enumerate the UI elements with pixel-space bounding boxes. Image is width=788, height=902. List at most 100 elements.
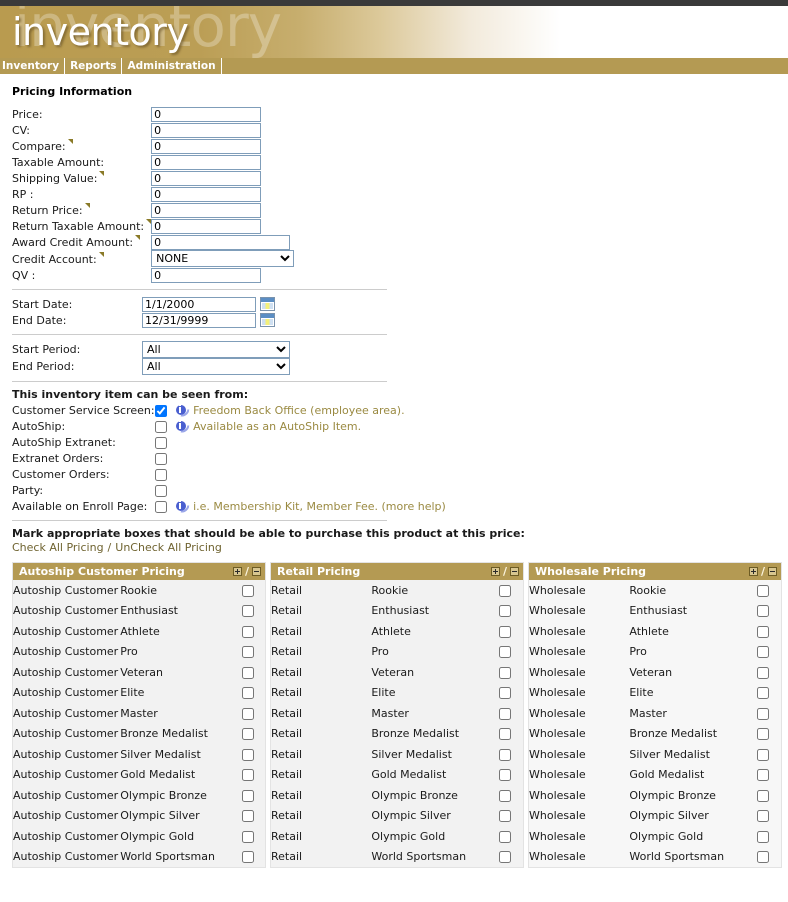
plus-square-icon[interactable] xyxy=(491,567,500,576)
calendar-icon[interactable] xyxy=(260,297,275,311)
taxable-amount-input[interactable] xyxy=(151,155,261,170)
divider xyxy=(12,381,387,382)
row-checkbox[interactable] xyxy=(757,585,769,597)
extranet-orders-checkbox[interactable] xyxy=(155,453,167,465)
shipping-value-input[interactable] xyxy=(151,171,261,186)
row-checkbox[interactable] xyxy=(499,831,511,843)
party-checkbox[interactable] xyxy=(155,485,167,497)
row-checkbox[interactable] xyxy=(757,790,769,802)
nav-item-administration[interactable]: Administration xyxy=(122,58,221,74)
row-checkbox[interactable] xyxy=(499,585,511,597)
minus-square-icon[interactable] xyxy=(252,567,261,576)
compare-input[interactable] xyxy=(151,139,261,154)
row-rank: Gold Medalist xyxy=(629,765,744,786)
row-checkbox[interactable] xyxy=(242,626,254,638)
row-group: Retail xyxy=(271,847,371,868)
award-credit-amount-input[interactable] xyxy=(151,235,290,250)
nav-item-inventory[interactable]: Inventory xyxy=(0,58,65,74)
row-checkbox[interactable] xyxy=(499,851,511,863)
check-all-pricing-link[interactable]: Check All Pricing xyxy=(12,541,104,554)
customer-orders-checkbox[interactable] xyxy=(155,469,167,481)
qv-input[interactable] xyxy=(151,268,261,283)
row-checkbox[interactable] xyxy=(499,708,511,720)
row-checkbox[interactable] xyxy=(757,831,769,843)
row-checkbox[interactable] xyxy=(499,667,511,679)
uncheck-all-pricing-link[interactable]: UnCheck All Pricing xyxy=(115,541,222,554)
row-rank: Olympic Gold xyxy=(371,826,486,847)
row-checkbox[interactable] xyxy=(242,646,254,658)
row-checkbox[interactable] xyxy=(757,851,769,863)
more-help-link[interactable]: (more help) xyxy=(381,500,445,513)
info-icon[interactable] xyxy=(175,420,187,432)
row-checkbox[interactable] xyxy=(757,810,769,822)
cv-input[interactable] xyxy=(151,123,261,138)
available-on-enroll-page-checkbox[interactable] xyxy=(155,501,167,513)
price-input[interactable] xyxy=(151,107,261,122)
visibility-label-autoship: AutoShip: xyxy=(12,418,155,434)
tooltip-marker-icon[interactable] xyxy=(99,252,104,257)
return-price-input[interactable] xyxy=(151,203,261,218)
start-date-input[interactable] xyxy=(142,297,256,312)
row-checkbox[interactable] xyxy=(242,790,254,802)
row-checkbox[interactable] xyxy=(242,667,254,679)
page-content: Pricing Information Price: CV: Compare: … xyxy=(0,75,788,868)
row-checkbox[interactable] xyxy=(499,790,511,802)
row-group: Wholesale xyxy=(529,744,629,765)
nav-item-reports[interactable]: Reports xyxy=(65,58,122,74)
row-checkbox[interactable] xyxy=(499,626,511,638)
row-checkbox[interactable] xyxy=(242,851,254,863)
row-checkbox[interactable] xyxy=(242,585,254,597)
row-checkbox[interactable] xyxy=(757,605,769,617)
minus-square-icon[interactable] xyxy=(768,567,777,576)
row-checkbox[interactable] xyxy=(499,769,511,781)
row-rank: Gold Medalist xyxy=(120,765,230,786)
row-rank: Master xyxy=(120,703,230,724)
row-checkbox[interactable] xyxy=(757,769,769,781)
plus-square-icon[interactable] xyxy=(233,567,242,576)
row-checkbox[interactable] xyxy=(242,749,254,761)
row-checkbox[interactable] xyxy=(757,687,769,699)
autoship-checkbox[interactable] xyxy=(155,421,167,433)
row-checkbox[interactable] xyxy=(757,708,769,720)
row-checkbox[interactable] xyxy=(242,687,254,699)
row-rank: Bronze Medalist xyxy=(371,724,486,745)
field-row-taxable-amount: Taxable Amount: xyxy=(12,154,294,170)
credit-account-select[interactable]: NONE xyxy=(151,250,294,267)
minus-square-icon[interactable] xyxy=(510,567,519,576)
rp-input[interactable] xyxy=(151,187,261,202)
end-date-input[interactable] xyxy=(142,313,256,328)
row-checkbox[interactable] xyxy=(499,728,511,740)
tooltip-marker-icon[interactable] xyxy=(85,203,90,208)
row-checkbox[interactable] xyxy=(499,749,511,761)
tooltip-marker-icon[interactable] xyxy=(99,171,104,176)
row-group: Wholesale xyxy=(529,662,629,683)
row-checkbox[interactable] xyxy=(757,646,769,658)
tooltip-marker-icon[interactable] xyxy=(135,235,140,240)
row-checkbox[interactable] xyxy=(757,728,769,740)
row-checkbox[interactable] xyxy=(499,810,511,822)
row-checkbox[interactable] xyxy=(499,646,511,658)
info-icon[interactable] xyxy=(175,500,187,512)
tooltip-marker-icon[interactable] xyxy=(68,139,73,144)
autoship-extranet-checkbox[interactable] xyxy=(155,437,167,449)
plus-square-icon[interactable] xyxy=(749,567,758,576)
mark-boxes-heading: Mark appropriate boxes that should be ab… xyxy=(12,527,788,540)
table-row: WholesaleRookie xyxy=(529,580,781,601)
row-checkbox[interactable] xyxy=(242,605,254,617)
customer-service-screen-checkbox[interactable] xyxy=(155,405,167,417)
row-checkbox[interactable] xyxy=(242,831,254,843)
row-checkbox[interactable] xyxy=(757,749,769,761)
calendar-icon[interactable] xyxy=(260,313,275,327)
row-checkbox[interactable] xyxy=(499,605,511,617)
end-period-select[interactable]: All xyxy=(142,358,290,375)
info-icon[interactable] xyxy=(175,404,187,416)
row-checkbox[interactable] xyxy=(242,728,254,740)
row-checkbox[interactable] xyxy=(499,687,511,699)
row-checkbox[interactable] xyxy=(242,708,254,720)
row-checkbox[interactable] xyxy=(757,626,769,638)
row-checkbox[interactable] xyxy=(242,810,254,822)
row-checkbox[interactable] xyxy=(242,769,254,781)
return-taxable-amount-input[interactable] xyxy=(151,219,261,234)
row-checkbox[interactable] xyxy=(757,667,769,679)
start-period-select[interactable]: All xyxy=(142,341,290,358)
